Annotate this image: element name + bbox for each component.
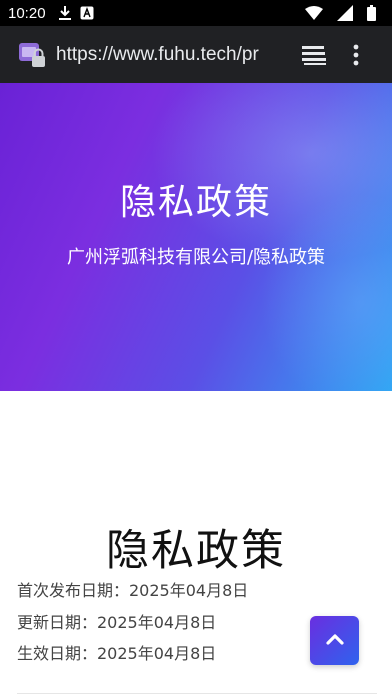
breadcrumb[interactable]: 广州浮弧科技有限公司/隐私政策 xyxy=(0,243,392,269)
tabs-icon[interactable] xyxy=(300,41,328,69)
first-published-date: 首次发布日期：2025年04月8日 xyxy=(17,581,249,600)
status-time: 10:20 xyxy=(8,4,46,22)
wifi-icon xyxy=(305,6,323,20)
browser-toolbar: https://www.fuhu.tech/pr xyxy=(0,26,392,83)
overflow-menu-icon[interactable] xyxy=(348,41,364,69)
page-title: 隐私政策 xyxy=(106,526,286,576)
site-lock-icon[interactable] xyxy=(18,41,46,69)
battery-icon xyxy=(367,5,376,21)
updated-date: 更新日期：2025年04月8日 xyxy=(17,613,217,632)
status-bar: 10:20 xyxy=(0,0,392,26)
url-field[interactable]: https://www.fuhu.tech/pr xyxy=(56,44,278,66)
hero-banner: 隐私政策 广州浮弧科技有限公司/隐私政策 xyxy=(0,83,392,391)
effective-date: 生效日期：2025年04月8日 xyxy=(17,644,217,663)
download-icon xyxy=(58,5,72,21)
translate-icon xyxy=(80,6,94,20)
divider xyxy=(17,693,377,694)
chevron-up-icon xyxy=(325,631,345,650)
signal-icon xyxy=(337,5,353,21)
back-to-top-button[interactable] xyxy=(310,616,359,665)
hero-title: 隐私政策 xyxy=(119,182,272,223)
